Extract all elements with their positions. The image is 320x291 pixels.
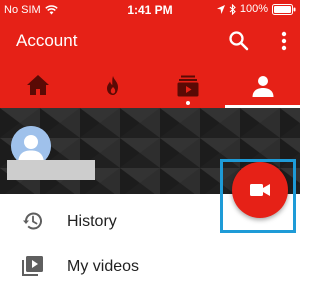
new-content-dot bbox=[186, 101, 190, 105]
more-vert-icon bbox=[281, 31, 287, 51]
page-title: Account bbox=[16, 31, 78, 50]
my-videos-icon bbox=[22, 256, 43, 276]
status-bar: No SIM 1:41 PM 100% bbox=[0, 0, 300, 20]
tab-account[interactable] bbox=[225, 65, 300, 108]
menu-item-label: History bbox=[67, 213, 117, 230]
upload-video-button[interactable] bbox=[232, 162, 288, 218]
search-button[interactable] bbox=[228, 30, 250, 52]
channel-name-placeholder bbox=[7, 160, 95, 180]
history-icon bbox=[23, 212, 42, 230]
battery-icon bbox=[272, 3, 296, 15]
tab-bar bbox=[0, 65, 300, 108]
video-camera-icon bbox=[250, 184, 270, 196]
menu-item-label: My videos bbox=[67, 258, 140, 275]
status-right: 100% bbox=[216, 3, 296, 15]
home-icon bbox=[27, 75, 49, 95]
menu-item-my-videos[interactable]: My videos bbox=[0, 245, 300, 289]
subscriptions-icon bbox=[177, 75, 199, 97]
tab-trending[interactable] bbox=[75, 65, 150, 108]
tab-home[interactable] bbox=[0, 65, 75, 108]
app-bar: Account bbox=[0, 20, 300, 65]
bluetooth-icon bbox=[229, 3, 236, 15]
more-options-button[interactable] bbox=[278, 30, 290, 52]
account-screen: No SIM 1:41 PM 100% Account History My v… bbox=[0, 0, 300, 291]
flame-icon bbox=[107, 76, 118, 95]
location-arrow-icon bbox=[216, 4, 225, 14]
person-icon bbox=[252, 76, 274, 97]
search-icon bbox=[229, 31, 249, 51]
battery-percent: 100% bbox=[239, 3, 268, 15]
